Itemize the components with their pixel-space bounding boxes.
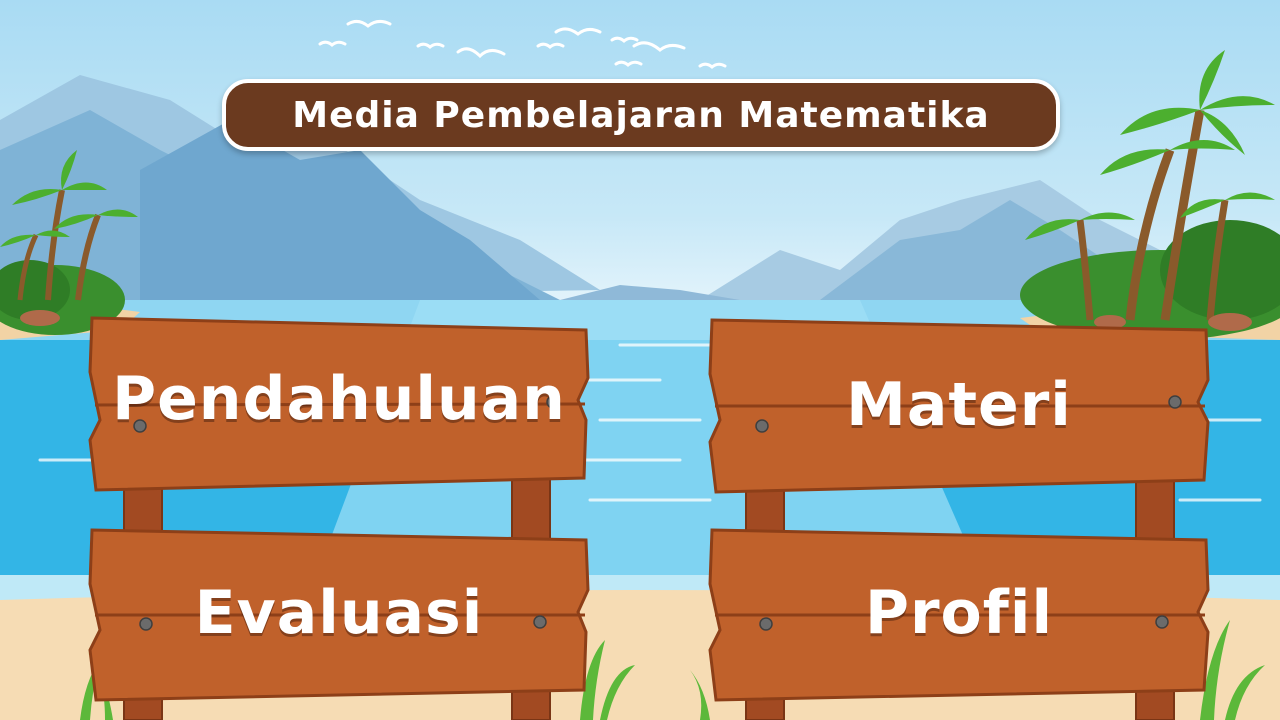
birds-decoration — [318, 19, 727, 69]
title-banner: Media Pembelajaran Matematika — [222, 79, 1060, 151]
profil-label: Profil — [864, 578, 1054, 648]
app-title: Media Pembelajaran Matematika — [292, 94, 990, 136]
evaluasi-label: Evaluasi — [194, 578, 484, 648]
materi-label: Materi — [846, 370, 1072, 440]
evaluasi-button[interactable]: Evaluasi — [90, 530, 588, 700]
profil-button[interactable]: Profil — [710, 530, 1208, 700]
pendahuluan-button[interactable]: Pendahuluan — [90, 318, 588, 490]
materi-button[interactable]: Materi — [710, 320, 1208, 492]
main-menu-screen: Media Pembelajaran Matematika Pendahulua… — [0, 0, 1280, 720]
pendahuluan-label: Pendahuluan — [112, 364, 566, 434]
